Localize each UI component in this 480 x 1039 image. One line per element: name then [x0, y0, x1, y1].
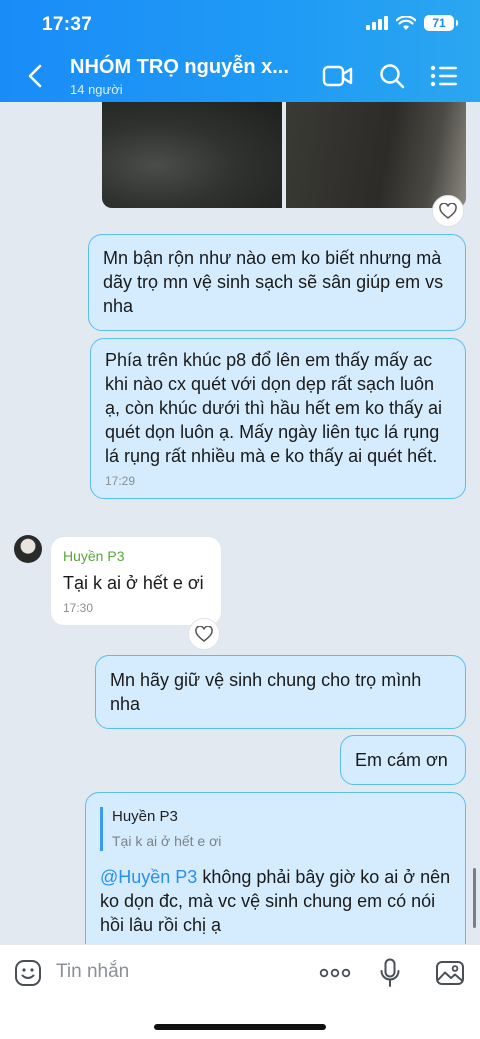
heart-icon [439, 203, 457, 219]
voice-record-button[interactable] [374, 957, 406, 989]
list-menu-icon [430, 65, 457, 87]
more-options-button[interactable] [318, 957, 352, 989]
chat-title[interactable]: NHÓM TRỌ nguyễn x... [70, 56, 289, 79]
message-text: Mn bận rộn như nào em ko biết nhưng mà d… [103, 248, 444, 316]
message-input-bar: Tin nhắn [0, 944, 480, 1039]
sender-name[interactable]: Huyền P3 [63, 547, 209, 565]
outgoing-message[interactable]: Em cám ơn [340, 735, 466, 785]
chat-header: 17:37 71 NHÓM TRỌ nguyễn x... 14 người [0, 0, 480, 102]
video-call-button[interactable] [322, 62, 354, 90]
quoted-sender: Huyền P3 [112, 808, 178, 825]
message-time: 17:30 [63, 601, 94, 615]
image-icon [436, 961, 464, 985]
incoming-message[interactable]: Huyền P3 Tại k ai ở hết e ơi 17:30 [50, 536, 222, 626]
home-indicator[interactable] [154, 1024, 326, 1030]
message-text: Em cám ơn [355, 750, 448, 770]
message-text: Phía trên khúc p8 đổ lên em thấy mấy ac … [105, 350, 443, 466]
outgoing-message[interactable]: Mn hãy giữ vệ sinh chung cho trọ mình nh… [95, 655, 466, 729]
search-icon [380, 64, 405, 89]
message-input[interactable]: Tin nhắn [56, 961, 129, 983]
heart-icon [195, 626, 213, 642]
more-dots-icon [319, 968, 351, 978]
outgoing-reply-message[interactable]: Huyền P3 Tại k ai ở hết e ơi @Huyền P3 k… [85, 792, 466, 944]
chevron-left-icon [28, 64, 42, 88]
message-text: Tại k ai ở hết e ơi [63, 573, 204, 593]
cellular-signal-icon [366, 16, 388, 30]
message-text: @Huyền P3 không phải bây giờ ko ai ở nên… [100, 865, 451, 937]
search-button[interactable] [376, 62, 408, 90]
video-camera-icon [322, 65, 353, 87]
status-time: 17:37 [42, 14, 93, 35]
wifi-icon [396, 15, 416, 30]
menu-button[interactable] [428, 62, 460, 90]
mention-link[interactable]: @Huyền P3 [100, 867, 197, 887]
avatar[interactable] [14, 535, 42, 563]
back-button[interactable] [20, 58, 50, 94]
gallery-button[interactable] [434, 957, 466, 989]
reaction-button[interactable] [188, 618, 220, 650]
message-time: 17:29 [105, 474, 136, 488]
emoji-icon [15, 960, 41, 986]
quoted-text: Tại k ai ở hết e ơi [112, 833, 222, 849]
emoji-button[interactable] [12, 957, 44, 989]
battery-icon: 71 [424, 15, 458, 31]
reaction-button[interactable] [432, 195, 464, 227]
outgoing-message[interactable]: Phía trên khúc p8 đổ lên em thấy mấy ac … [90, 338, 466, 499]
microphone-icon [380, 958, 400, 987]
member-count: 14 người [70, 82, 123, 97]
scrollbar[interactable] [473, 868, 476, 928]
photo-attachment[interactable] [286, 102, 466, 208]
quoted-message[interactable]: Huyền P3 Tại k ai ở hết e ơi [100, 807, 451, 851]
message-list[interactable]: Mn bận rộn như nào em ko biết nhưng mà d… [0, 102, 480, 944]
photo-attachment[interactable] [102, 102, 282, 208]
outgoing-message[interactable]: Mn bận rộn như nào em ko biết nhưng mà d… [88, 234, 466, 331]
message-text: Mn hãy giữ vệ sinh chung cho trọ mình nh… [110, 670, 422, 714]
status-icons: 71 [366, 15, 458, 31]
